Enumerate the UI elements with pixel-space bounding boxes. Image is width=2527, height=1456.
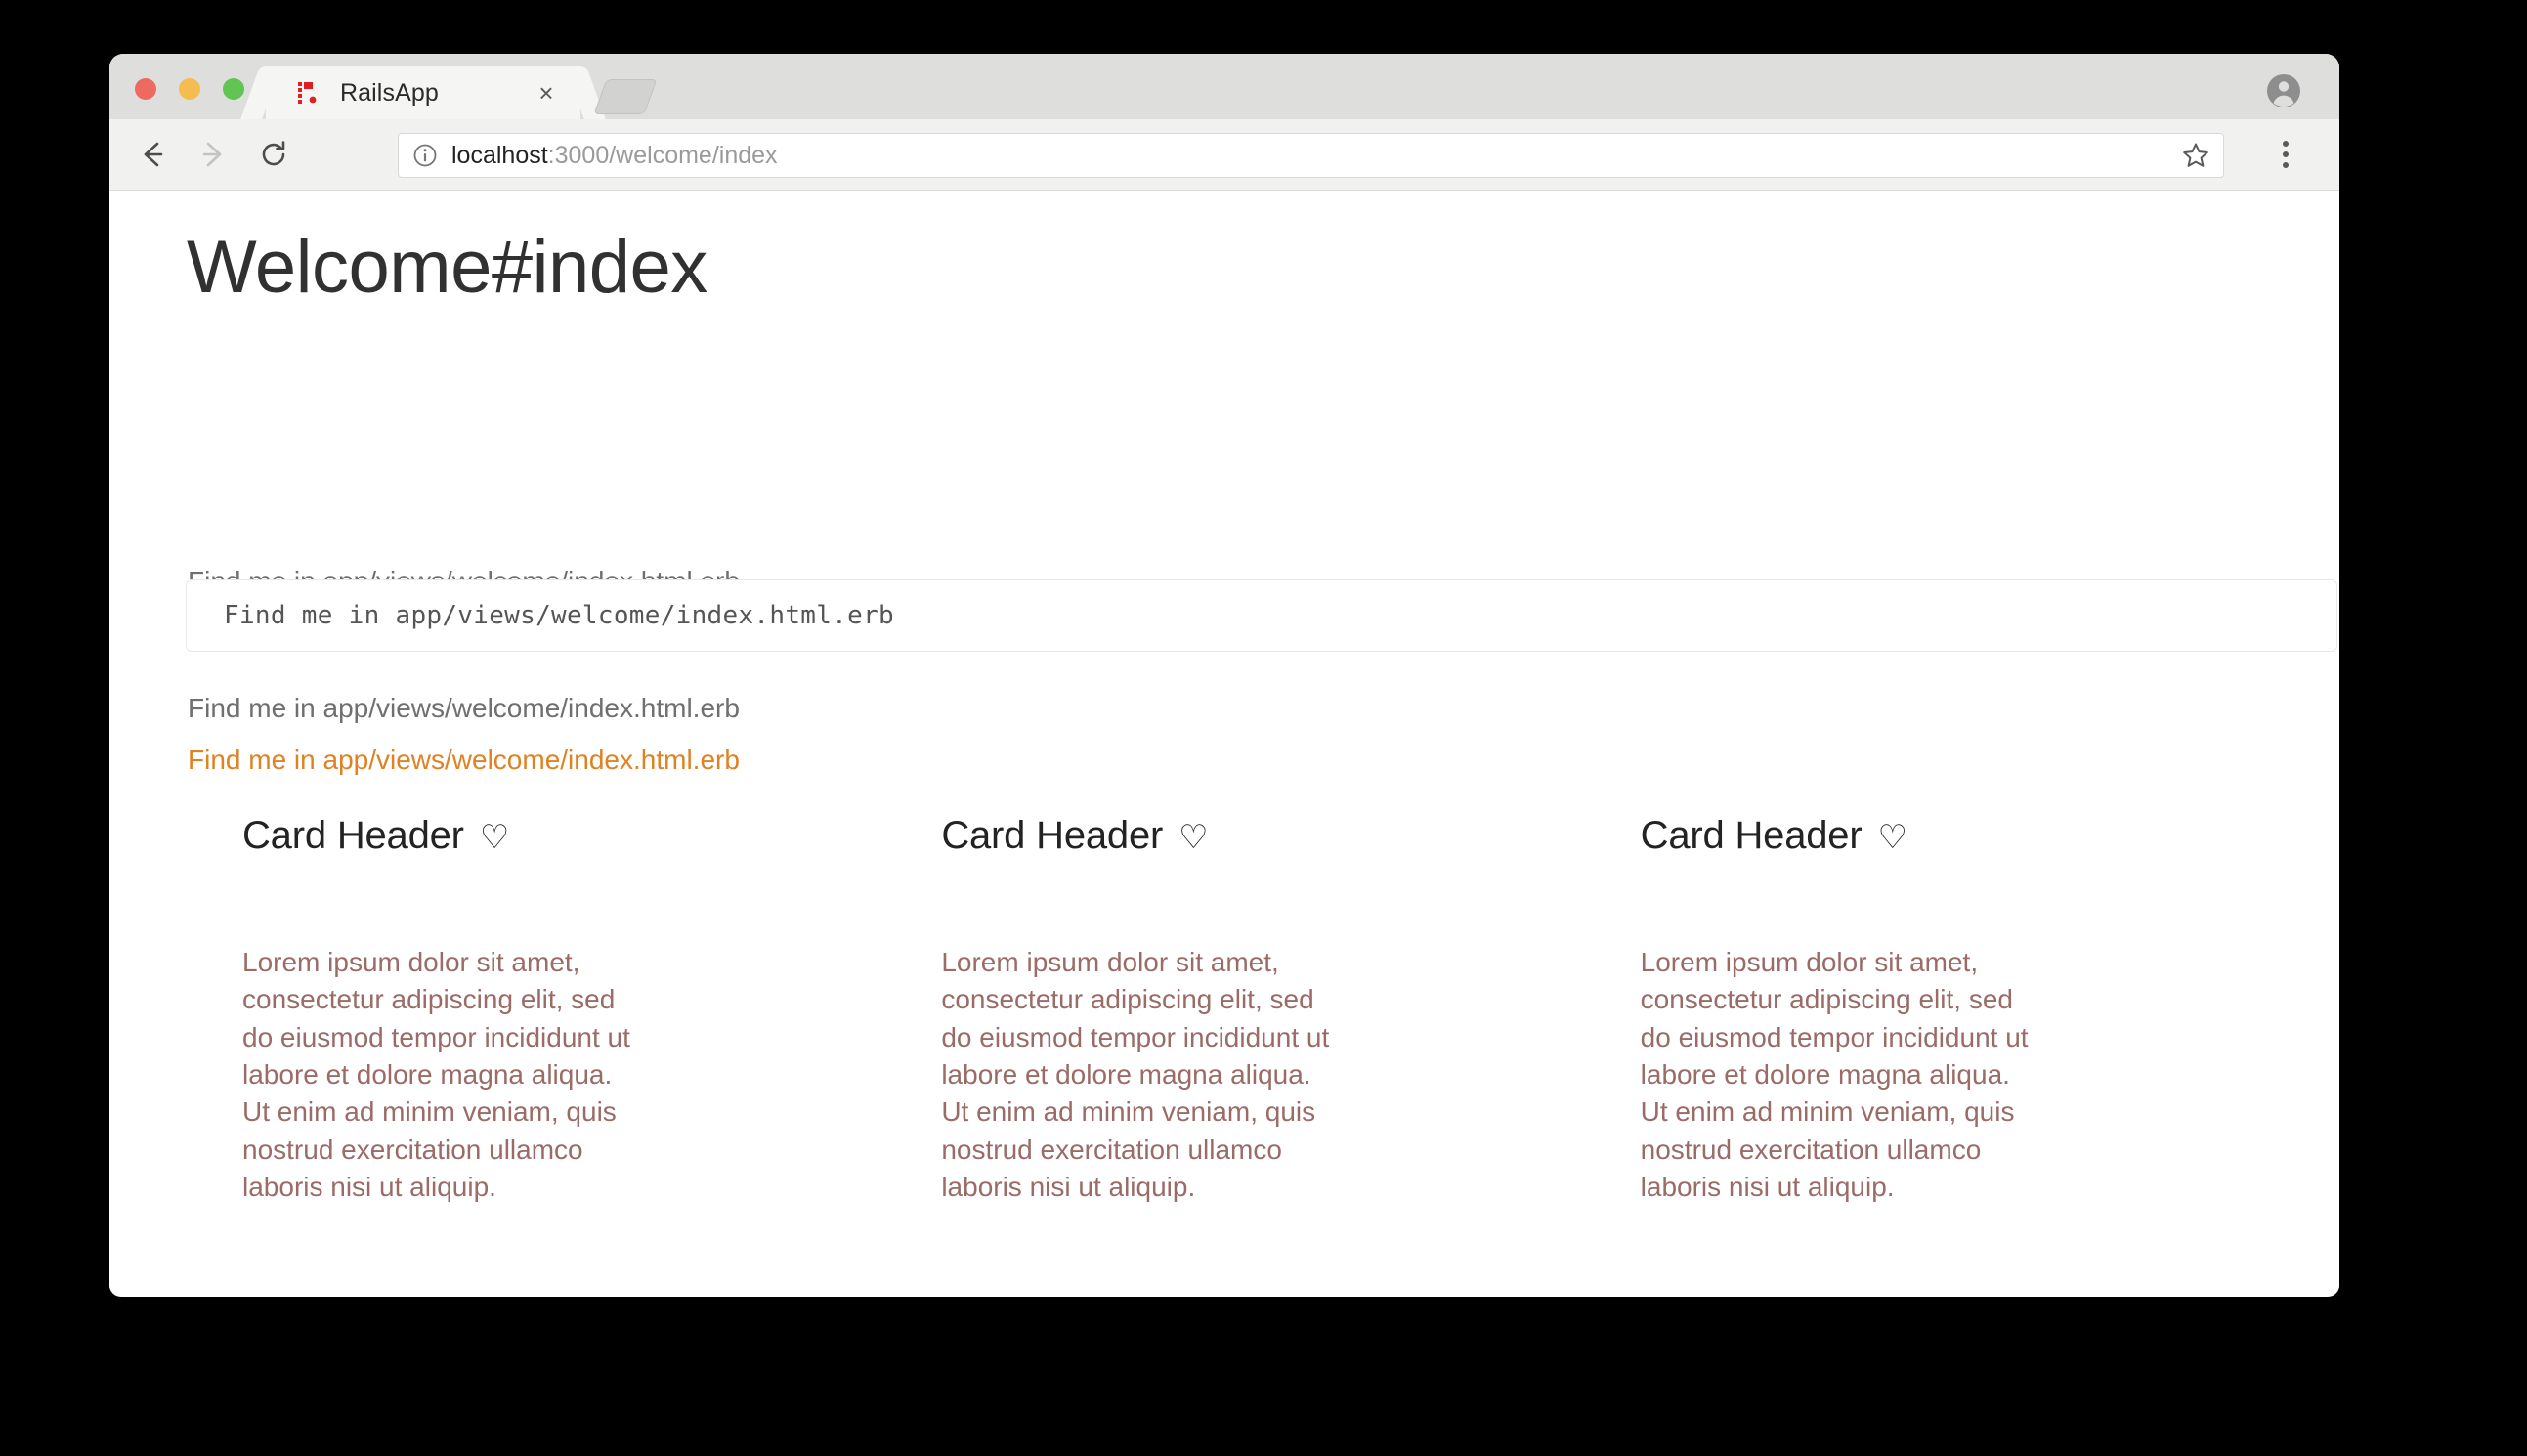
forward-button[interactable] — [192, 133, 235, 176]
profile-avatar-icon[interactable] — [2265, 72, 2302, 109]
code-box: Find me in app/views/welcome/index.html.… — [186, 579, 2337, 652]
close-icon[interactable]: × — [534, 80, 559, 106]
back-button[interactable] — [131, 133, 174, 176]
maximize-window-button[interactable] — [223, 78, 244, 100]
heart-icon[interactable]: ♡ — [480, 821, 509, 854]
heart-icon[interactable]: ♡ — [1877, 821, 1906, 854]
paragraph-plain-bottom: Find me in app/views/welcome/index.html.… — [188, 693, 740, 723]
close-window-button[interactable] — [135, 78, 156, 100]
arrow-left-icon — [144, 142, 163, 167]
browser-toolbar: localhost:3000/welcome/index — [109, 119, 2339, 191]
code-box-text: Find me in app/views/welcome/index.html.… — [224, 601, 894, 630]
card-header-label: Card Header — [1640, 814, 1863, 857]
window-traffic-lights — [135, 78, 244, 100]
minimize-window-button[interactable] — [179, 78, 200, 100]
card: Card Header ♡ Lorem ipsum dolor sit amet… — [242, 814, 941, 1207]
tab-strip: RailsApp × — [109, 54, 2339, 119]
menu-dot-icon — [2283, 162, 2289, 168]
new-tab-button[interactable] — [593, 79, 658, 114]
card-header: Card Header ♡ — [941, 814, 1640, 858]
card: Card Header ♡ Lorem ipsum dolor sit amet… — [941, 814, 1640, 1207]
card-grid: Card Header ♡ Lorem ipsum dolor sit amet… — [242, 814, 2339, 1207]
card-body: Lorem ipsum dolor sit amet, consectetur … — [242, 947, 630, 1203]
page-title: Welcome#index — [187, 226, 707, 309]
info-circle-icon[interactable] — [412, 143, 438, 168]
url-host: localhost — [451, 141, 548, 169]
card-header-label: Card Header — [941, 814, 1164, 857]
browser-tab[interactable]: RailsApp × — [266, 66, 580, 119]
url-path: :3000/welcome/index — [547, 141, 778, 169]
menu-dot-icon — [2283, 141, 2289, 147]
card-body: Lorem ipsum dolor sit amet, consectetur … — [941, 947, 1330, 1203]
card-header: Card Header ♡ — [1641, 814, 2339, 858]
address-bar[interactable]: localhost:3000/welcome/index — [398, 133, 2224, 178]
menu-dot-icon — [2283, 151, 2289, 157]
bookmark-star-icon[interactable] — [2182, 142, 2209, 169]
card-header: Card Header ♡ — [242, 814, 941, 858]
heart-icon[interactable]: ♡ — [1178, 821, 1208, 854]
browser-window: RailsApp × localhost:3000/welcome/index … — [109, 54, 2339, 1297]
card-header-label: Card Header — [242, 814, 464, 857]
page-content: Welcome#index Find me in app/views/welco… — [109, 191, 2339, 1296]
card: Card Header ♡ Lorem ipsum dolor sit amet… — [1641, 814, 2339, 1207]
tab-title: RailsApp — [340, 78, 439, 107]
paragraph-accent: Find me in app/views/welcome/index.html.… — [188, 745, 740, 775]
rails-favicon — [298, 82, 317, 104]
card-body: Lorem ipsum dolor sit amet, consectetur … — [1640, 947, 2029, 1203]
browser-menu-button[interactable] — [2269, 138, 2302, 171]
reload-icon — [262, 141, 285, 166]
reload-button[interactable] — [252, 133, 295, 176]
url-text: localhost:3000/welcome/index — [451, 142, 778, 170]
arrow-right-icon — [202, 142, 222, 167]
